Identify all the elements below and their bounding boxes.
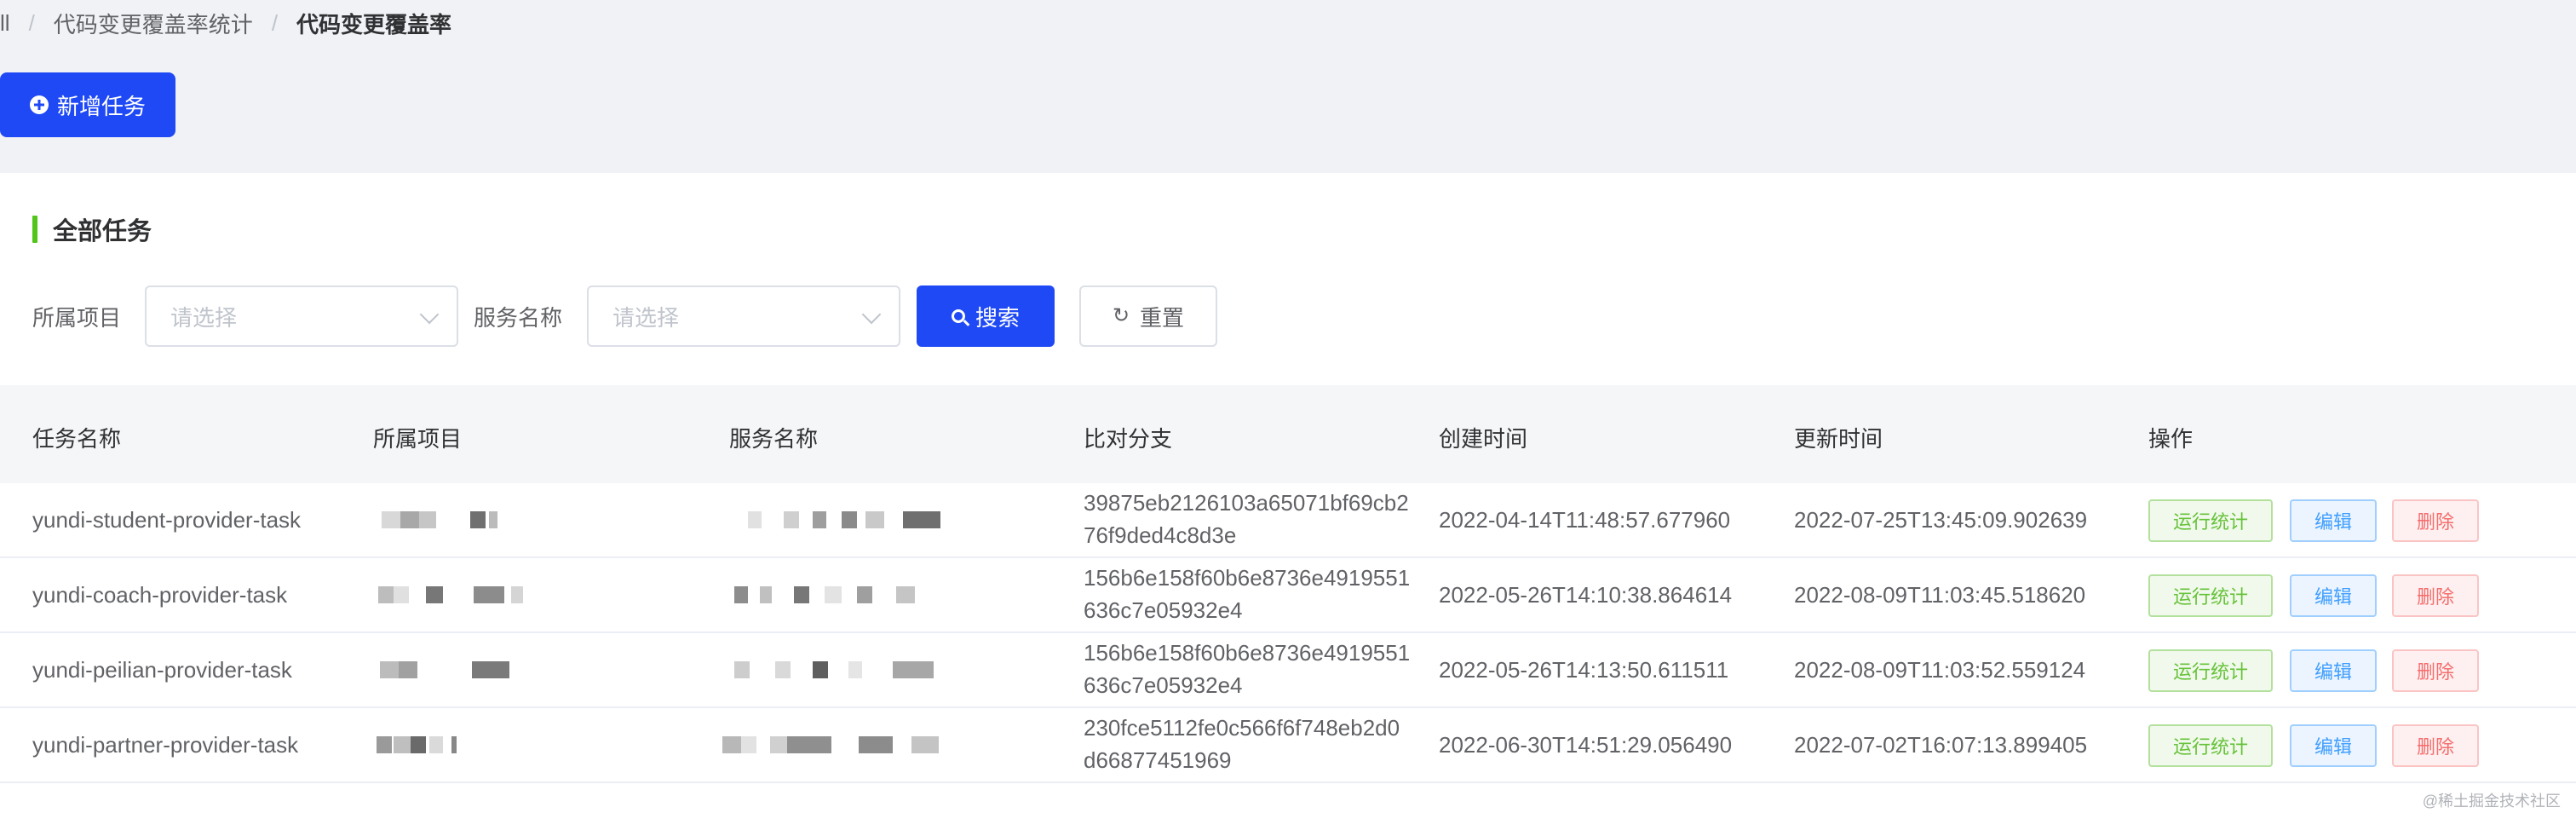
table-row: yundi-coach-provider-task 156b6e158f60b6… xyxy=(0,558,2576,633)
edit-button[interactable]: 编辑 xyxy=(2290,499,2377,542)
plus-circle-icon xyxy=(29,95,49,114)
edit-button[interactable]: 编辑 xyxy=(2290,649,2377,692)
task-name-cell: yundi-coach-provider-task xyxy=(32,582,288,608)
breadcrumb-current: 代码变更覆盖率 xyxy=(296,11,452,37)
updated-time-cell: 2022-07-25T13:45:09.902639 xyxy=(1794,507,2088,533)
branch-cell: 39875eb2126103a65071bf69cb2 76f9ded4c8d3… xyxy=(1084,487,1424,551)
chevron-down-icon xyxy=(861,304,882,325)
branch-cell: 156b6e158f60b6e8736e4919551 636c7e05932e… xyxy=(1084,562,1424,626)
delete-button[interactable]: 删除 xyxy=(2392,649,2479,692)
created-time-cell: 2022-05-26T14:13:50.611511 xyxy=(1439,657,1729,683)
breadcrumb-root[interactable]: ll xyxy=(0,10,10,37)
breadcrumb-separator: / xyxy=(28,9,35,36)
branch-line-2: 636c7e05932e4 xyxy=(1084,597,1243,623)
branch-cell: 156b6e158f60b6e8736e4919551 636c7e05932e… xyxy=(1084,637,1424,701)
section-title: 全部任务 xyxy=(32,215,152,245)
table-row: yundi-partner-provider-task 230fce5112fe… xyxy=(0,708,2576,783)
new-task-label: 新增任务 xyxy=(56,93,146,119)
breadcrumb-separator: / xyxy=(271,9,279,36)
search-button[interactable]: 搜索 xyxy=(917,285,1055,347)
redacted-project xyxy=(375,586,545,603)
column-header-task-name: 任务名称 xyxy=(32,426,122,452)
run-stats-button[interactable]: 运行统计 xyxy=(2148,499,2273,542)
task-name-cell: yundi-partner-provider-task xyxy=(32,732,299,758)
new-task-button[interactable]: 新增任务 xyxy=(0,72,175,137)
column-header-actions: 操作 xyxy=(2148,426,2194,452)
delete-button[interactable]: 删除 xyxy=(2392,499,2479,542)
task-name-cell: yundi-student-provider-task xyxy=(32,507,302,533)
updated-time-cell: 2022-08-09T11:03:45.518620 xyxy=(1794,582,2086,608)
column-header-updated: 更新时间 xyxy=(1794,426,1883,452)
project-select[interactable]: 请选择 xyxy=(145,285,458,347)
refresh-icon: ↻ xyxy=(1112,304,1130,327)
column-header-branch: 比对分支 xyxy=(1084,426,1173,452)
redacted-service xyxy=(729,661,959,678)
redacted-project xyxy=(375,661,520,678)
branch-line-2: d66877451969 xyxy=(1084,747,1232,773)
delete-button[interactable]: 删除 xyxy=(2392,574,2479,617)
project-select-placeholder: 请选择 xyxy=(170,304,238,331)
redacted-service xyxy=(719,736,975,753)
created-time-cell: 2022-04-14T11:48:57.677960 xyxy=(1439,507,1731,533)
breadcrumb: ll / 代码变更覆盖率统计 / 代码变更覆盖率 xyxy=(0,7,451,39)
redacted-service xyxy=(729,586,959,603)
run-stats-button[interactable]: 运行统计 xyxy=(2148,649,2273,692)
search-label: 搜索 xyxy=(975,304,1020,331)
task-name-cell: yundi-peilian-provider-task xyxy=(32,657,292,683)
edit-button[interactable]: 编辑 xyxy=(2290,574,2377,617)
table-row: yundi-peilian-provider-task 156b6e158f60… xyxy=(0,633,2576,708)
service-select-placeholder: 请选择 xyxy=(612,304,680,331)
branch-cell: 230fce5112fe0c566f6f748eb2d0 d6687745196… xyxy=(1084,712,1424,776)
project-filter-label: 所属项目 xyxy=(32,305,122,331)
redacted-project xyxy=(375,511,520,528)
watermark: @稀土掘金技术社区 xyxy=(2422,793,2561,810)
reset-button[interactable]: ↻ 重置 xyxy=(1079,285,1217,347)
section-title-text: 全部任务 xyxy=(53,218,152,245)
column-header-project: 所属项目 xyxy=(373,426,463,452)
service-select[interactable]: 请选择 xyxy=(587,285,900,347)
redacted-project xyxy=(375,736,520,753)
branch-line-1: 230fce5112fe0c566f6f748eb2d0 xyxy=(1084,715,1400,741)
column-header-service: 服务名称 xyxy=(729,426,819,452)
column-header-created: 创建时间 xyxy=(1439,426,1528,452)
branch-line-1: 39875eb2126103a65071bf69cb2 xyxy=(1084,490,1409,516)
delete-button[interactable]: 删除 xyxy=(2392,724,2479,767)
breadcrumb-parent[interactable]: 代码变更覆盖率统计 xyxy=(54,8,253,39)
table-row: yundi-student-provider-task 39875eb21261… xyxy=(0,483,2576,558)
edit-button[interactable]: 编辑 xyxy=(2290,724,2377,767)
reset-label: 重置 xyxy=(1140,304,1185,331)
run-stats-button[interactable]: 运行统计 xyxy=(2148,574,2273,617)
updated-time-cell: 2022-07-02T16:07:13.899405 xyxy=(1794,732,2088,758)
chevron-down-icon xyxy=(419,304,440,325)
run-stats-button[interactable]: 运行统计 xyxy=(2148,724,2273,767)
branch-line-2: 76f9ded4c8d3e xyxy=(1084,522,1237,548)
created-time-cell: 2022-06-30T14:51:29.056490 xyxy=(1439,732,1733,758)
search-icon xyxy=(951,309,965,323)
created-time-cell: 2022-05-26T14:10:38.864614 xyxy=(1439,582,1733,608)
redacted-service xyxy=(729,511,959,528)
branch-line-1: 156b6e158f60b6e8736e4919551 xyxy=(1084,640,1411,666)
updated-time-cell: 2022-08-09T11:03:52.559124 xyxy=(1794,657,2086,683)
branch-line-1: 156b6e158f60b6e8736e4919551 xyxy=(1084,565,1411,591)
title-accent-bar xyxy=(32,216,37,243)
branch-line-2: 636c7e05932e4 xyxy=(1084,672,1243,698)
service-filter-label: 服务名称 xyxy=(474,305,563,331)
